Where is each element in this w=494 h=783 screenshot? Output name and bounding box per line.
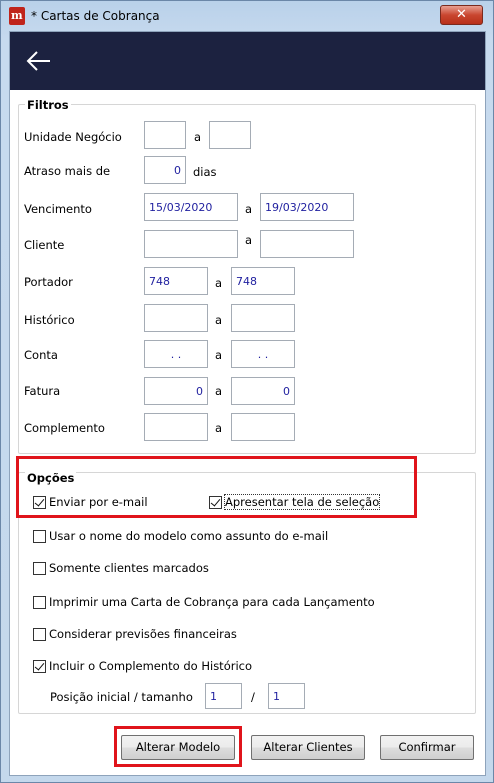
vencimento-sep: a	[245, 202, 253, 216]
checkbox-incluir-complemento-label: Incluir o Complemento do Histórico	[49, 659, 253, 673]
close-icon: ✕	[456, 7, 467, 22]
fatura-sep: a	[215, 384, 223, 398]
fatura-from-input[interactable]: 0	[144, 377, 208, 405]
conta-sep: a	[215, 348, 223, 362]
checkbox-somente-marcados-box[interactable]	[33, 561, 46, 575]
checkbox-usar-nome-modelo-box[interactable]	[33, 529, 46, 543]
window: m * Cartas de Cobrança ✕ Filtros Unidade…	[0, 0, 494, 783]
conta-from-input[interactable]: . .	[144, 340, 208, 368]
atraso-suffix: dias	[193, 165, 217, 179]
unidade-negocio-sep: a	[194, 130, 202, 144]
checkbox-previsoes-box[interactable]	[33, 627, 46, 641]
label-vencimento: Vencimento	[24, 202, 92, 216]
checkbox-incluir-complemento[interactable]: Incluir o Complemento do Histórico	[33, 658, 252, 674]
portador-sep: a	[215, 276, 223, 290]
cliente-from-input[interactable]	[144, 230, 238, 258]
confirmar-button[interactable]: Confirmar	[380, 735, 474, 760]
label-portador: Portador	[24, 275, 73, 289]
historico-sep: a	[215, 313, 223, 327]
window-title: * Cartas de Cobrança	[31, 9, 160, 23]
unidade-negocio-from-input[interactable]	[144, 121, 186, 149]
complemento-to-input[interactable]	[231, 413, 295, 441]
checkbox-imprimir-carta-label: Imprimir uma Carta de Cobrança para cada…	[49, 595, 375, 609]
filtros-title: Filtros	[25, 98, 71, 112]
vencimento-from-input[interactable]: 15/03/2020	[144, 193, 238, 221]
highlight-opcoes	[16, 456, 417, 518]
fatura-to-input[interactable]: 0	[231, 377, 295, 405]
checkbox-previsoes[interactable]: Considerar previsões financeiras	[33, 626, 237, 642]
label-posicao: Posição inicial / tamanho	[50, 690, 193, 704]
checkbox-usar-nome-modelo[interactable]: Usar o nome do modelo como assunto do e-…	[33, 528, 328, 544]
label-historico: Histórico	[24, 313, 75, 327]
vencimento-to-input[interactable]: 19/03/2020	[260, 193, 354, 221]
atraso-input[interactable]: 0	[144, 156, 186, 184]
checkbox-imprimir-carta-box[interactable]	[33, 595, 46, 609]
title-bar: m * Cartas de Cobrança ✕	[1, 1, 493, 31]
cliente-sep: a	[245, 233, 253, 247]
cliente-to-input[interactable]	[260, 230, 354, 258]
conta-to-input[interactable]: . .	[231, 340, 295, 368]
complemento-sep: a	[215, 421, 223, 435]
highlight-alterar-modelo	[114, 726, 242, 767]
checkbox-imprimir-carta[interactable]: Imprimir uma Carta de Cobrança para cada…	[33, 594, 375, 610]
portador-to-input[interactable]: 748	[231, 267, 295, 295]
alterar-clientes-button[interactable]: Alterar Clientes	[251, 735, 365, 760]
unidade-negocio-to-input[interactable]	[209, 121, 251, 149]
checkbox-somente-marcados-label: Somente clientes marcados	[49, 561, 209, 575]
checkbox-incluir-complemento-box[interactable]	[33, 659, 46, 673]
back-arrow-icon[interactable]	[24, 46, 54, 76]
label-unidade-negocio: Unidade Negócio	[24, 130, 122, 144]
label-atraso: Atraso mais de	[24, 164, 111, 178]
posicao-tamanho-input[interactable]: 1	[268, 683, 305, 709]
historico-to-input[interactable]	[231, 304, 295, 332]
label-cliente: Cliente	[24, 238, 65, 252]
checkbox-usar-nome-modelo-label: Usar o nome do modelo como assunto do e-…	[49, 529, 329, 543]
checkbox-somente-marcados[interactable]: Somente clientes marcados	[33, 560, 209, 576]
complemento-from-input[interactable]	[144, 413, 208, 441]
close-button[interactable]: ✕	[440, 5, 483, 25]
portador-from-input[interactable]: 748	[144, 267, 208, 295]
app-logo-icon: m	[9, 7, 25, 25]
posicao-inicial-input[interactable]: 1	[205, 683, 242, 709]
checkbox-previsoes-label: Considerar previsões financeiras	[49, 627, 237, 641]
label-complemento: Complemento	[24, 421, 105, 435]
posicao-sep: /	[251, 690, 255, 704]
dialog-body: Filtros Unidade Negócio a Atraso mais de…	[9, 31, 486, 776]
historico-from-input[interactable]	[144, 304, 208, 332]
label-fatura: Fatura	[24, 384, 61, 398]
top-nav-bar	[10, 32, 485, 90]
label-conta: Conta	[24, 348, 58, 362]
